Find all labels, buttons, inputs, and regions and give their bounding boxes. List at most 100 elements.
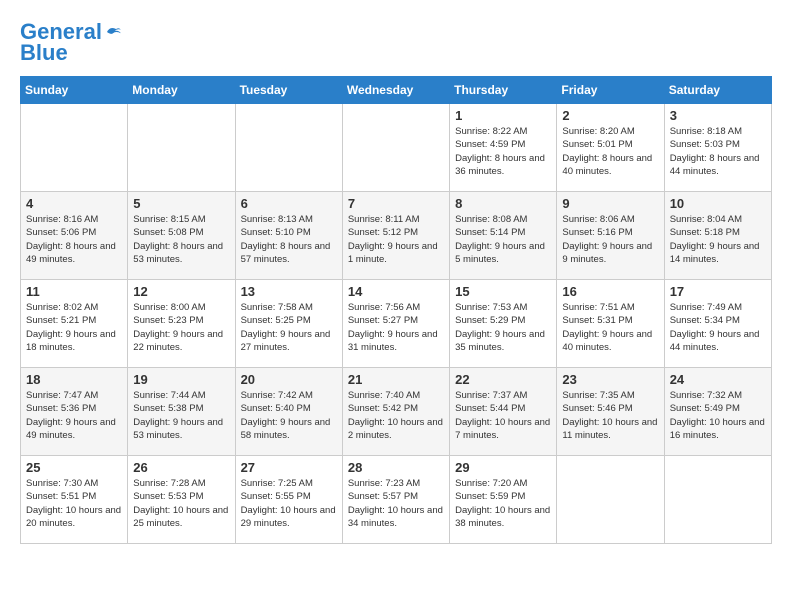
calendar-week-row: 25 Sunrise: 7:30 AM Sunset: 5:51 PM Dayl… [21,456,772,544]
day-number: 19 [133,372,229,387]
day-info: Sunrise: 8:11 AM Sunset: 5:12 PM Dayligh… [348,213,444,266]
day-info: Sunrise: 7:28 AM Sunset: 5:53 PM Dayligh… [133,477,229,530]
day-info: Sunrise: 8:06 AM Sunset: 5:16 PM Dayligh… [562,213,658,266]
logo: General Blue [20,20,122,66]
calendar-day-cell: 6 Sunrise: 8:13 AM Sunset: 5:10 PM Dayli… [235,192,342,280]
calendar-day-cell: 13 Sunrise: 7:58 AM Sunset: 5:25 PM Dayl… [235,280,342,368]
day-info: Sunrise: 8:00 AM Sunset: 5:23 PM Dayligh… [133,301,229,354]
day-info: Sunrise: 8:04 AM Sunset: 5:18 PM Dayligh… [670,213,766,266]
day-number: 21 [348,372,444,387]
calendar-day-cell: 27 Sunrise: 7:25 AM Sunset: 5:55 PM Dayl… [235,456,342,544]
calendar-week-row: 1 Sunrise: 8:22 AM Sunset: 4:59 PM Dayli… [21,104,772,192]
day-info: Sunrise: 8:02 AM Sunset: 5:21 PM Dayligh… [26,301,122,354]
day-number: 17 [670,284,766,299]
calendar-day-cell: 15 Sunrise: 7:53 AM Sunset: 5:29 PM Dayl… [450,280,557,368]
calendar-day-cell: 20 Sunrise: 7:42 AM Sunset: 5:40 PM Dayl… [235,368,342,456]
day-number: 7 [348,196,444,211]
day-number: 22 [455,372,551,387]
calendar-day-cell: 5 Sunrise: 8:15 AM Sunset: 5:08 PM Dayli… [128,192,235,280]
day-info: Sunrise: 8:08 AM Sunset: 5:14 PM Dayligh… [455,213,551,266]
weekday-header-tuesday: Tuesday [235,77,342,104]
day-number: 15 [455,284,551,299]
calendar-day-cell: 25 Sunrise: 7:30 AM Sunset: 5:51 PM Dayl… [21,456,128,544]
calendar-week-row: 18 Sunrise: 7:47 AM Sunset: 5:36 PM Dayl… [21,368,772,456]
day-info: Sunrise: 7:51 AM Sunset: 5:31 PM Dayligh… [562,301,658,354]
weekday-header-monday: Monday [128,77,235,104]
day-number: 5 [133,196,229,211]
day-info: Sunrise: 7:35 AM Sunset: 5:46 PM Dayligh… [562,389,658,442]
day-info: Sunrise: 7:42 AM Sunset: 5:40 PM Dayligh… [241,389,337,442]
weekday-header-thursday: Thursday [450,77,557,104]
day-info: Sunrise: 7:40 AM Sunset: 5:42 PM Dayligh… [348,389,444,442]
day-info: Sunrise: 8:16 AM Sunset: 5:06 PM Dayligh… [26,213,122,266]
day-info: Sunrise: 7:23 AM Sunset: 5:57 PM Dayligh… [348,477,444,530]
day-number: 12 [133,284,229,299]
day-info: Sunrise: 7:53 AM Sunset: 5:29 PM Dayligh… [455,301,551,354]
calendar-day-cell: 14 Sunrise: 7:56 AM Sunset: 5:27 PM Dayl… [342,280,449,368]
calendar-day-cell: 11 Sunrise: 8:02 AM Sunset: 5:21 PM Dayl… [21,280,128,368]
calendar-day-cell [342,104,449,192]
calendar-day-cell: 19 Sunrise: 7:44 AM Sunset: 5:38 PM Dayl… [128,368,235,456]
day-number: 1 [455,108,551,123]
calendar-day-cell [128,104,235,192]
calendar-day-cell: 23 Sunrise: 7:35 AM Sunset: 5:46 PM Dayl… [557,368,664,456]
day-info: Sunrise: 7:20 AM Sunset: 5:59 PM Dayligh… [455,477,551,530]
weekday-header-row: SundayMondayTuesdayWednesdayThursdayFrid… [21,77,772,104]
day-number: 8 [455,196,551,211]
day-number: 4 [26,196,122,211]
calendar-day-cell: 7 Sunrise: 8:11 AM Sunset: 5:12 PM Dayli… [342,192,449,280]
weekday-header-sunday: Sunday [21,77,128,104]
calendar-day-cell [664,456,771,544]
calendar-day-cell [557,456,664,544]
calendar-day-cell: 26 Sunrise: 7:28 AM Sunset: 5:53 PM Dayl… [128,456,235,544]
page-header: General Blue [20,20,772,66]
day-number: 18 [26,372,122,387]
weekday-header-friday: Friday [557,77,664,104]
day-number: 2 [562,108,658,123]
calendar-day-cell: 29 Sunrise: 7:20 AM Sunset: 5:59 PM Dayl… [450,456,557,544]
day-number: 20 [241,372,337,387]
calendar-day-cell: 4 Sunrise: 8:16 AM Sunset: 5:06 PM Dayli… [21,192,128,280]
day-info: Sunrise: 8:13 AM Sunset: 5:10 PM Dayligh… [241,213,337,266]
day-info: Sunrise: 7:30 AM Sunset: 5:51 PM Dayligh… [26,477,122,530]
day-info: Sunrise: 8:15 AM Sunset: 5:08 PM Dayligh… [133,213,229,266]
day-number: 11 [26,284,122,299]
calendar-day-cell: 28 Sunrise: 7:23 AM Sunset: 5:57 PM Dayl… [342,456,449,544]
day-number: 29 [455,460,551,475]
day-number: 16 [562,284,658,299]
day-number: 6 [241,196,337,211]
calendar-day-cell: 10 Sunrise: 8:04 AM Sunset: 5:18 PM Dayl… [664,192,771,280]
calendar-day-cell: 17 Sunrise: 7:49 AM Sunset: 5:34 PM Dayl… [664,280,771,368]
calendar-week-row: 11 Sunrise: 8:02 AM Sunset: 5:21 PM Dayl… [21,280,772,368]
day-info: Sunrise: 7:25 AM Sunset: 5:55 PM Dayligh… [241,477,337,530]
calendar-day-cell: 3 Sunrise: 8:18 AM Sunset: 5:03 PM Dayli… [664,104,771,192]
day-info: Sunrise: 7:44 AM Sunset: 5:38 PM Dayligh… [133,389,229,442]
weekday-header-saturday: Saturday [664,77,771,104]
day-number: 23 [562,372,658,387]
calendar-day-cell: 1 Sunrise: 8:22 AM Sunset: 4:59 PM Dayli… [450,104,557,192]
day-number: 13 [241,284,337,299]
day-number: 25 [26,460,122,475]
day-number: 26 [133,460,229,475]
day-number: 28 [348,460,444,475]
calendar-day-cell: 18 Sunrise: 7:47 AM Sunset: 5:36 PM Dayl… [21,368,128,456]
day-info: Sunrise: 7:37 AM Sunset: 5:44 PM Dayligh… [455,389,551,442]
calendar-day-cell: 22 Sunrise: 7:37 AM Sunset: 5:44 PM Dayl… [450,368,557,456]
weekday-header-wednesday: Wednesday [342,77,449,104]
calendar-day-cell: 8 Sunrise: 8:08 AM Sunset: 5:14 PM Dayli… [450,192,557,280]
day-info: Sunrise: 7:49 AM Sunset: 5:34 PM Dayligh… [670,301,766,354]
day-number: 3 [670,108,766,123]
day-info: Sunrise: 8:18 AM Sunset: 5:03 PM Dayligh… [670,125,766,178]
logo-bird-icon [104,23,122,41]
day-info: Sunrise: 7:58 AM Sunset: 5:25 PM Dayligh… [241,301,337,354]
day-number: 24 [670,372,766,387]
day-info: Sunrise: 7:56 AM Sunset: 5:27 PM Dayligh… [348,301,444,354]
day-number: 10 [670,196,766,211]
calendar-week-row: 4 Sunrise: 8:16 AM Sunset: 5:06 PM Dayli… [21,192,772,280]
day-info: Sunrise: 7:47 AM Sunset: 5:36 PM Dayligh… [26,389,122,442]
day-number: 14 [348,284,444,299]
day-info: Sunrise: 8:22 AM Sunset: 4:59 PM Dayligh… [455,125,551,178]
day-number: 27 [241,460,337,475]
day-info: Sunrise: 8:20 AM Sunset: 5:01 PM Dayligh… [562,125,658,178]
calendar-day-cell: 16 Sunrise: 7:51 AM Sunset: 5:31 PM Dayl… [557,280,664,368]
